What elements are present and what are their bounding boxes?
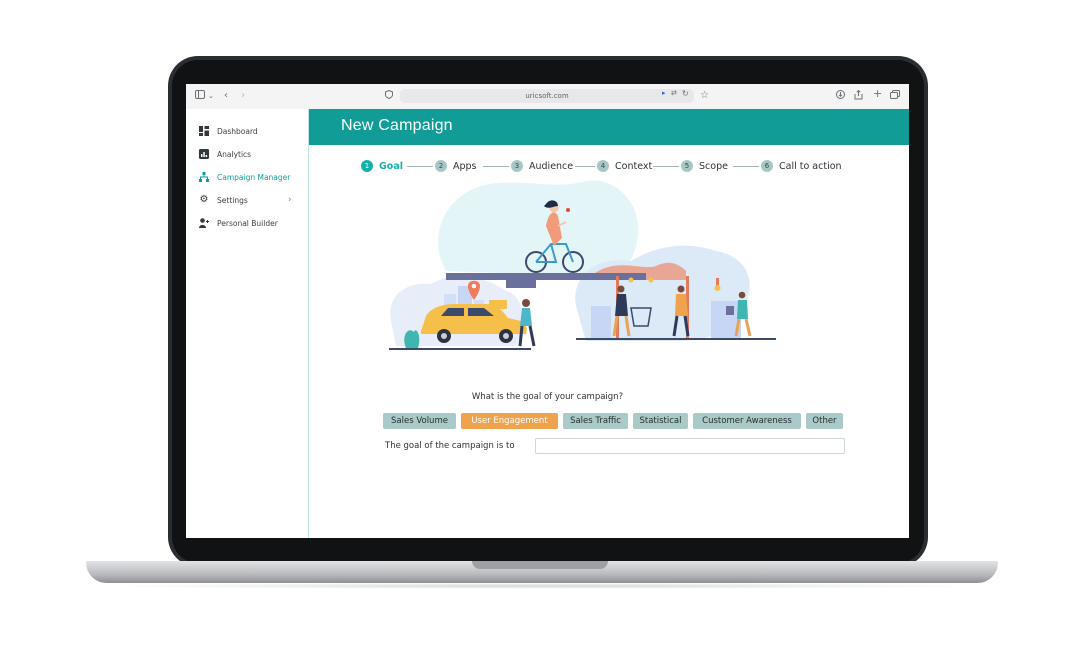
step-audience[interactable]: 3 Audience (511, 158, 573, 174)
gear-icon: ⚙ (199, 194, 209, 205)
step-connector (407, 166, 433, 167)
step-connector (653, 166, 679, 167)
step-apps[interactable]: 2 Apps (435, 158, 477, 174)
download-icon[interactable] (836, 90, 845, 103)
back-icon[interactable]: ‹ (224, 90, 228, 102)
shield-icon (385, 89, 393, 103)
step-number: 3 (511, 160, 523, 172)
forward-icon[interactable]: › (241, 90, 245, 102)
step-connector (483, 166, 509, 167)
address-bar[interactable]: uricsoft.com ▸ ⇄ ↻ (400, 89, 694, 103)
option-statistical[interactable]: Statistical (633, 413, 688, 429)
step-scope[interactable]: 5 Scope (681, 158, 728, 174)
option-sales-volume[interactable]: Sales Volume (383, 413, 456, 429)
step-label: Call to action (779, 160, 842, 172)
goal-field-label: The goal of the campaign is to (385, 441, 515, 451)
laptop-notch (472, 561, 608, 569)
laptop-shadow (100, 583, 984, 589)
tabs-icon[interactable] (890, 90, 900, 103)
new-tab-icon[interactable]: + (873, 88, 882, 100)
chevron-right-icon[interactable]: › (288, 195, 292, 205)
step-connector (733, 166, 759, 167)
sidebar-item-label: Campaign Manager (217, 172, 291, 182)
option-sales-traffic[interactable]: Sales Traffic (563, 413, 628, 429)
page-title: New Campaign (341, 117, 453, 134)
option-user-engagement[interactable]: User Engagement (461, 413, 558, 429)
translate-icon[interactable]: ⇄ (671, 89, 677, 97)
url-text: uricsoft.com (525, 92, 569, 100)
sidebar-item-settings[interactable]: ⚙ Settings (199, 193, 248, 207)
step-number: 4 (597, 160, 609, 172)
step-call-to-action[interactable]: 6 Call to action (761, 158, 842, 174)
sidebar-item-label: Settings (217, 195, 248, 205)
goal-input[interactable] (535, 438, 845, 454)
chevron-down-icon[interactable]: ⌄ (208, 90, 214, 102)
sidebar-item-analytics[interactable]: Analytics (199, 147, 251, 161)
sidebar-item-personal-builder[interactable]: Personal Builder (199, 216, 278, 230)
step-label: Audience (529, 160, 574, 172)
campaign-illustration (389, 180, 776, 350)
reload-icon[interactable]: ↻ (682, 89, 689, 98)
step-goal[interactable]: 1 Goal (361, 158, 403, 174)
step-number: 1 (361, 160, 373, 172)
step-number: 6 (761, 160, 773, 172)
step-number: 2 (435, 160, 447, 172)
sidebar-item-dashboard[interactable]: Dashboard (199, 124, 258, 138)
step-label: Apps (453, 160, 477, 172)
add-user-icon (199, 218, 209, 228)
share-icon[interactable] (854, 89, 863, 104)
hierarchy-icon (199, 172, 209, 182)
browser-toolbar: ⌄ ‹ › uricsoft.com ▸ ⇄ ↻ ☆ + (186, 84, 909, 110)
screen: ⌄ ‹ › uricsoft.com ▸ ⇄ ↻ ☆ + Dashboard A… (186, 84, 909, 538)
page-header: New Campaign (309, 109, 909, 145)
sidebar-item-label: Dashboard (217, 126, 258, 136)
step-connector (575, 166, 595, 167)
sidebar-item-campaign-manager[interactable]: Campaign Manager (199, 170, 290, 184)
dashboard-icon (199, 126, 209, 136)
sidebar-item-label: Personal Builder (217, 218, 278, 228)
speaker-icon[interactable]: ▸ (662, 89, 666, 97)
analytics-icon (199, 149, 209, 159)
step-number: 5 (681, 160, 693, 172)
star-icon[interactable]: ☆ (700, 90, 709, 102)
option-customer-awareness[interactable]: Customer Awareness (693, 413, 801, 429)
sidebar: Dashboard Analytics Campaign Manager ⚙ S… (186, 109, 309, 538)
sidebar-toggle-icon[interactable] (195, 90, 205, 103)
option-other[interactable]: Other (806, 413, 843, 429)
step-label: Goal (379, 160, 403, 172)
step-label: Context (615, 160, 653, 172)
step-label: Scope (699, 160, 728, 172)
goal-question: What is the goal of your campaign? (471, 392, 624, 402)
step-context[interactable]: 4 Context (597, 158, 652, 174)
sidebar-item-label: Analytics (217, 149, 252, 159)
